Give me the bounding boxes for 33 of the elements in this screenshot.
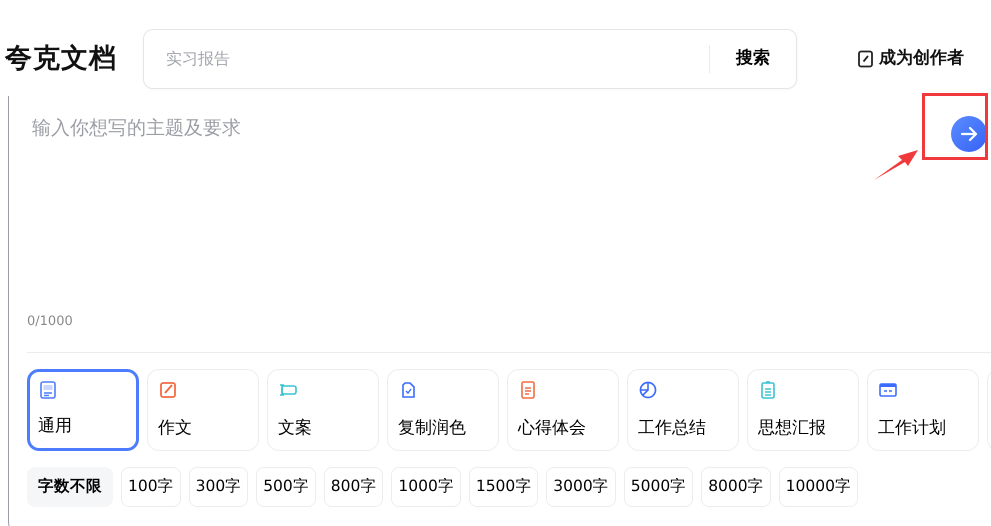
arrow-right-icon (960, 126, 978, 142)
word-count-chip[interactable]: 10000字 (778, 466, 858, 506)
word-count-chip[interactable]: 500字 (256, 466, 316, 506)
category-card[interactable]: 复制润色 (387, 368, 499, 450)
pie-chart-icon (638, 380, 658, 400)
category-card[interactable]: 思想汇报 (747, 368, 859, 450)
word-count-chip[interactable]: 5000字 (624, 466, 694, 506)
document-icon (518, 380, 538, 400)
word-count-chip[interactable]: 3000字 (546, 466, 616, 506)
become-creator-link[interactable]: 成为创作者 (857, 46, 964, 72)
search-field[interactable]: 实习报告 搜索 (143, 29, 797, 89)
word-count-chip[interactable]: 800字 (324, 466, 384, 506)
highlight-frame (922, 93, 988, 160)
category-card[interactable]: 工作计划 (867, 368, 979, 450)
category-card[interactable]: 文案 (267, 368, 379, 450)
word-count-chip[interactable]: 300字 (188, 466, 248, 506)
character-counter: 0/1000 (27, 314, 73, 329)
word-count-chip[interactable]: 100字 (121, 466, 181, 506)
category-card[interactable]: 工作总结 (627, 368, 739, 450)
category-card[interactable]: 心得体会 (507, 368, 619, 450)
edit-icon (857, 50, 875, 68)
submit-button[interactable] (951, 116, 987, 152)
clipboard-icon (758, 380, 778, 400)
word-count-chip[interactable]: 1500字 (468, 466, 538, 506)
category-card[interactable]: 通用 (27, 368, 139, 450)
document-icon (38, 380, 58, 400)
word-count-chip[interactable]: 8000字 (701, 466, 771, 506)
word-count-chip[interactable]: 字数不限 (27, 466, 113, 506)
logo[interactable]: 夸克文档 (5, 38, 143, 80)
word-count-chip[interactable]: 1000字 (391, 466, 461, 506)
search-button[interactable]: 搜索 (720, 40, 786, 78)
category-card[interactable]: 作文 (147, 368, 259, 450)
edit-icon (158, 380, 178, 400)
